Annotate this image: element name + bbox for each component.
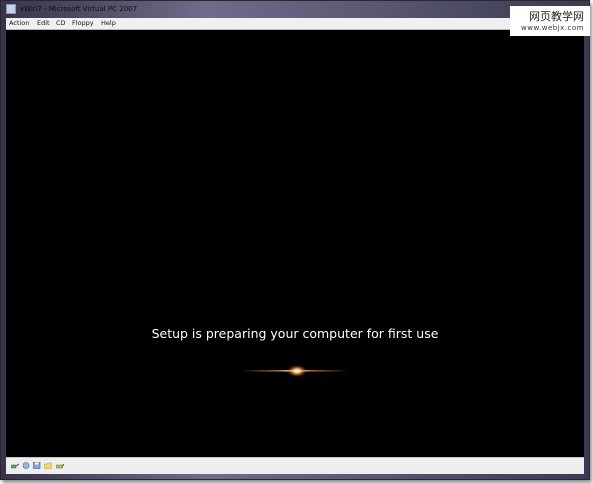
- virtual-pc-window: vWin7 - Microsoft Virtual PC 2007 Action…: [0, 0, 590, 480]
- menu-action[interactable]: Action: [9, 19, 29, 28]
- menu-bar: Action Edit CD Floppy Help: [6, 18, 584, 30]
- setup-message: Setup is preparing your computer for fir…: [151, 326, 439, 341]
- title-bar[interactable]: vWin7 - Microsoft Virtual PC 2007: [1, 1, 589, 18]
- usb-icon[interactable]: [56, 462, 64, 469]
- menu-cd[interactable]: CD: [56, 19, 66, 28]
- menu-edit[interactable]: Edit: [37, 19, 50, 28]
- watermark-chinese: 网页教学网: [529, 10, 584, 23]
- site-watermark: 网页教学网 www.webjx.com: [510, 6, 590, 36]
- menu-floppy[interactable]: Floppy: [72, 19, 94, 28]
- sound-icon[interactable]: [22, 462, 30, 469]
- window-title: vWin7 - Microsoft Virtual PC 2007: [20, 5, 138, 13]
- folder-icon[interactable]: [44, 462, 52, 469]
- network-icon[interactable]: [11, 462, 19, 469]
- app-icon[interactable]: [6, 4, 16, 14]
- vm-screen[interactable]: Setup is preparing your computer for fir…: [6, 30, 584, 458]
- loading-glow: [241, 365, 349, 377]
- watermark-url: www.webjx.com: [521, 24, 584, 32]
- status-bar: [6, 457, 584, 474]
- disk-icon[interactable]: [33, 462, 41, 469]
- menu-help[interactable]: Help: [101, 19, 116, 28]
